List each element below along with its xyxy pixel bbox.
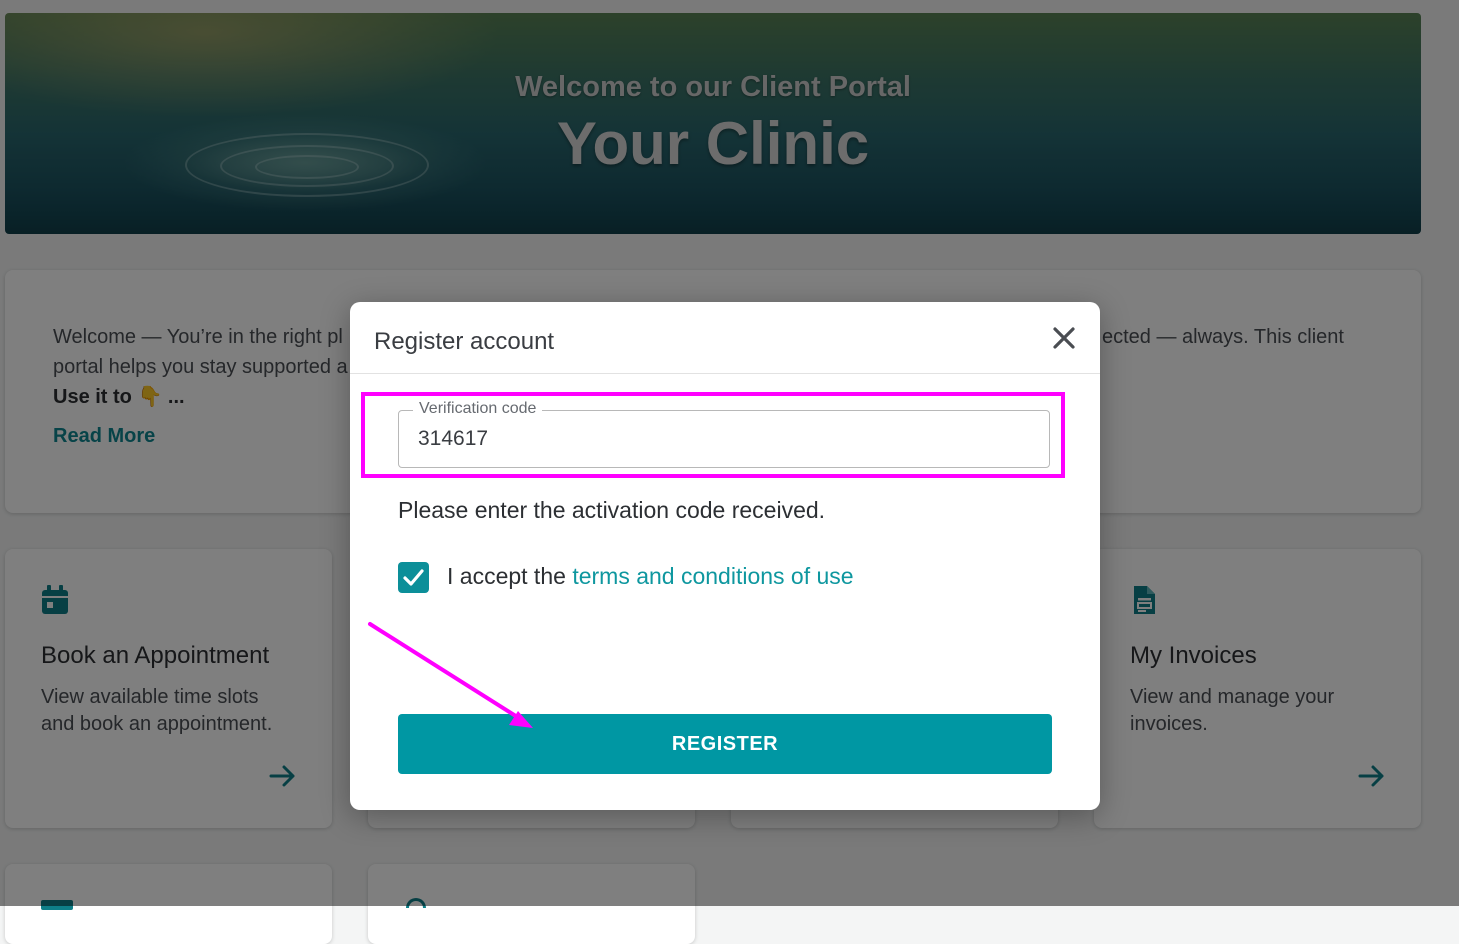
terms-text: I accept the terms and conditions of use (447, 563, 854, 590)
terms-checkbox[interactable] (398, 562, 429, 593)
checkmark-icon (403, 569, 424, 586)
terms-link[interactable]: terms and conditions of use (572, 563, 853, 589)
modal-divider (350, 373, 1100, 374)
modal-title: Register account (374, 328, 555, 355)
annotation-highlight-box (361, 392, 1065, 478)
register-button[interactable]: REGISTER (398, 714, 1052, 774)
close-icon[interactable] (1050, 324, 1078, 352)
helper-text: Please enter the activation code receive… (398, 497, 826, 523)
register-modal: Register account Verification code Pleas… (350, 302, 1100, 810)
terms-prefix: I accept the (447, 563, 573, 589)
